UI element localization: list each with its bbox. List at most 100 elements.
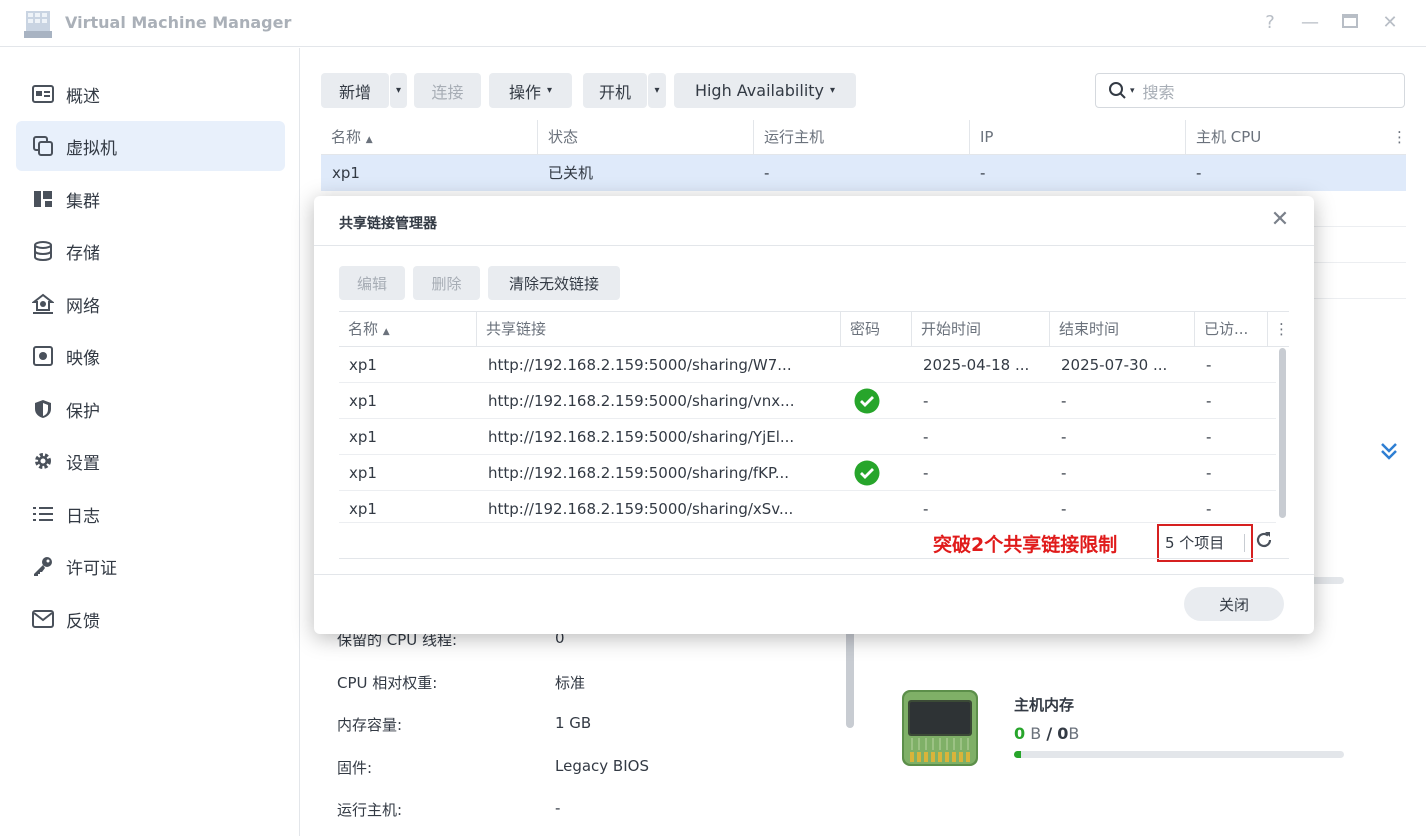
close-window-icon[interactable]: ✕	[1379, 12, 1401, 34]
clear-invalid-links-button[interactable]: 清除无效链接	[488, 266, 620, 300]
caret-down-icon: ▾	[830, 85, 836, 96]
link-url: http://192.168.2.159:5000/sharing/fKP...	[488, 464, 790, 482]
sidebar-item-settings[interactable]: 设置	[16, 436, 285, 486]
link-end: 2025-07-30 ...	[1061, 356, 1168, 374]
search-input[interactable]: ▾ 搜索	[1095, 73, 1405, 108]
detail-value: 标准	[555, 674, 586, 692]
connect-button[interactable]: 连接	[414, 73, 481, 108]
minimize-icon[interactable]: —	[1299, 12, 1321, 34]
detail-value: Legacy BIOS	[555, 757, 649, 775]
detail-scrollbar[interactable]	[846, 630, 854, 728]
add-dropdown-button[interactable]: ▾	[390, 73, 407, 108]
sidebar-item-cluster[interactable]: 集群	[16, 174, 285, 224]
column-header-host[interactable]: 运行主机	[754, 120, 970, 155]
key-icon	[32, 555, 54, 577]
sidebar-item-license[interactable]: 许可证	[16, 541, 285, 591]
add-button[interactable]: 新增	[321, 73, 389, 108]
search-filter-caret-icon[interactable]: ▾	[1130, 86, 1135, 96]
sidebar-item-label: 映像	[66, 348, 100, 369]
sidebar-item-network[interactable]: 网络	[16, 279, 285, 329]
detail-value: -	[555, 799, 561, 817]
caret-down-icon: ▾	[546, 85, 553, 96]
dialog-title: 共享链接管理器	[339, 216, 437, 232]
maximize-icon[interactable]	[1339, 12, 1361, 34]
title-bar: Virtual Machine Manager ? — ✕	[0, 0, 1426, 47]
column-header-link[interactable]: 共享链接	[477, 312, 841, 346]
image-icon	[32, 345, 54, 367]
share-link-manager-dialog: 共享链接管理器 ✕ 编辑 删除 清除无效链接 名称 ▲ 共享链接 密码 开始时间…	[314, 196, 1314, 634]
sidebar-item-vm[interactable]: 虚拟机	[16, 121, 285, 171]
column-options-icon[interactable]: ⋮	[1268, 312, 1289, 346]
column-label: 共享链接	[486, 320, 547, 338]
table-row[interactable]: xp1 已关机 - - -	[321, 155, 1406, 191]
sidebar-item-storage[interactable]: 存储	[16, 226, 285, 276]
sidebar-item-protection[interactable]: 保护	[16, 384, 285, 434]
column-header-start-time[interactable]: 开始时间	[912, 312, 1050, 346]
annotation-text: 突破2个共享链接限制	[933, 534, 1118, 556]
vm-cpu: -	[1196, 164, 1202, 182]
column-label: 运行主机	[764, 128, 825, 146]
edit-button[interactable]: 编辑	[339, 266, 405, 300]
column-header-end-time[interactable]: 结束时间	[1050, 312, 1195, 346]
link-visits: -	[1206, 356, 1212, 374]
column-label: 主机 CPU	[1196, 128, 1262, 146]
column-header-password[interactable]: 密码	[841, 312, 912, 346]
delete-button[interactable]: 删除	[413, 266, 480, 300]
help-icon[interactable]: ?	[1259, 12, 1281, 34]
action-menu-button[interactable]: 操作 ▾	[489, 73, 572, 108]
close-icon[interactable]: ✕	[1269, 209, 1291, 231]
power-on-dropdown-button[interactable]: ▾	[648, 73, 666, 108]
column-label: 密码	[850, 320, 881, 338]
refresh-icon[interactable]	[1254, 530, 1276, 552]
memory-total: 0	[1057, 724, 1069, 743]
sidebar-item-overview[interactable]: 概述	[16, 69, 285, 119]
table-row[interactable]: xp1 http://192.168.2.159:5000/sharing/fK…	[339, 455, 1276, 491]
vm-name: xp1	[332, 164, 360, 182]
column-options-icon[interactable]: ⋮	[1386, 120, 1407, 155]
column-header-cpu[interactable]: 主机 CPU	[1186, 120, 1386, 155]
column-header-ip[interactable]: IP	[970, 120, 1186, 155]
link-visits: -	[1206, 428, 1212, 446]
column-header-name[interactable]: 名称 ▲	[321, 120, 538, 155]
share-grid-scrollbar[interactable]	[1279, 348, 1286, 518]
sidebar-item-label: 保护	[66, 401, 100, 422]
sidebar-item-label: 日志	[66, 506, 100, 527]
column-label: 已访...	[1204, 320, 1249, 338]
sort-asc-icon: ▲	[365, 135, 373, 145]
table-row[interactable]: xp1 http://192.168.2.159:5000/sharing/Yj…	[339, 419, 1276, 455]
column-label: 结束时间	[1059, 320, 1120, 338]
table-row[interactable]: xp1 http://192.168.2.159:5000/sharing/vn…	[339, 383, 1276, 419]
vm-ip: -	[980, 164, 986, 182]
table-row[interactable]: xp1 http://192.168.2.159:5000/sharing/xS…	[339, 491, 1276, 523]
overview-icon	[32, 83, 54, 105]
double-chevron-down-icon[interactable]	[1378, 440, 1400, 462]
sidebar-item-label: 反馈	[66, 611, 100, 632]
link-start: -	[923, 392, 929, 410]
search-icon	[1109, 81, 1126, 99]
link-end: -	[1061, 392, 1067, 410]
sidebar-item-feedback[interactable]: 反馈	[16, 594, 285, 644]
delete-button-label: 删除	[431, 274, 462, 293]
memory-used: 0	[1014, 724, 1026, 743]
high-availability-menu-button[interactable]: High Availability ▾	[674, 73, 856, 108]
memory-total-unit: B	[1068, 724, 1080, 743]
network-icon	[32, 293, 54, 315]
link-start: 2025-04-18 ...	[923, 356, 1030, 374]
sort-asc-icon: ▲	[382, 327, 390, 337]
power-on-button-label: 开机	[598, 82, 631, 102]
table-row[interactable]: xp1 http://192.168.2.159:5000/sharing/W7…	[339, 347, 1276, 383]
mail-icon	[32, 608, 54, 630]
column-header-status[interactable]: 状态	[538, 120, 754, 155]
vm-status: 已关机	[548, 164, 594, 182]
link-visits: -	[1206, 500, 1212, 518]
link-name: xp1	[349, 356, 377, 374]
password-check-icon	[854, 388, 880, 414]
link-visits: -	[1206, 464, 1212, 482]
power-on-button[interactable]: 开机	[583, 73, 647, 108]
column-header-visits[interactable]: 已访...	[1195, 312, 1268, 346]
sidebar-item-label: 网络	[66, 296, 100, 317]
sidebar-item-log[interactable]: 日志	[16, 489, 285, 539]
sidebar-item-image[interactable]: 映像	[16, 331, 285, 381]
column-header-name[interactable]: 名称 ▲	[339, 312, 477, 346]
close-button[interactable]: 关闭	[1184, 587, 1284, 621]
